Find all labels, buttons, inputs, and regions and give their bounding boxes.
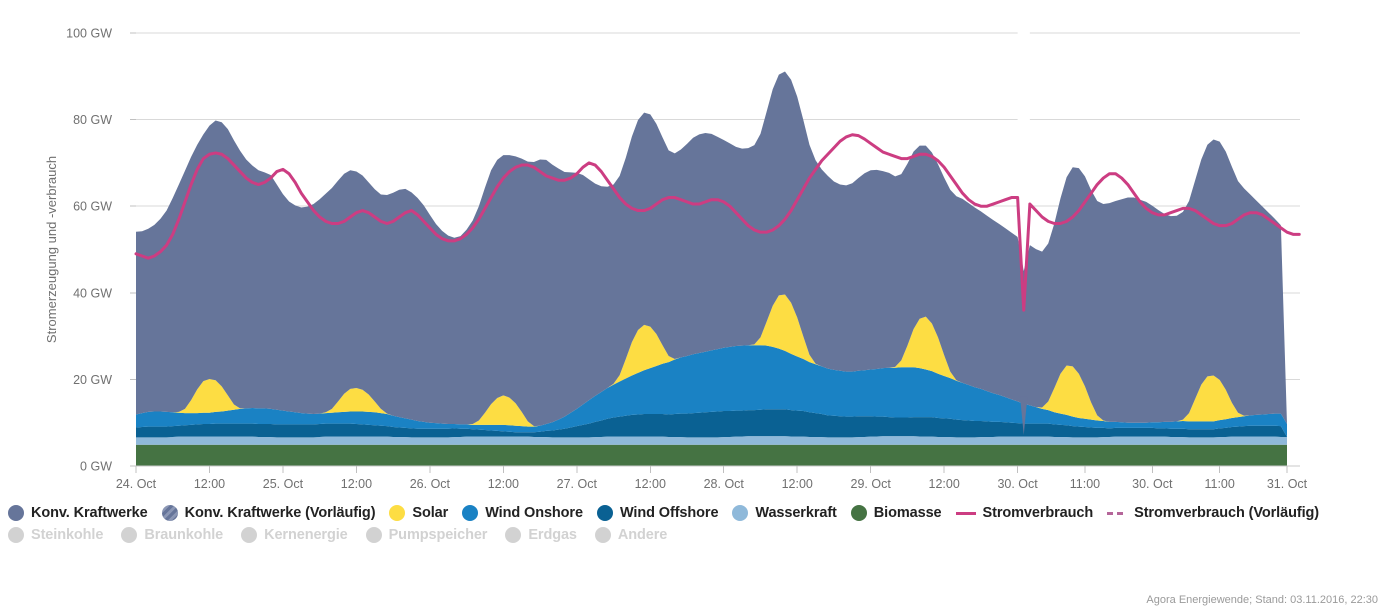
- legend-item-label: Wind Offshore: [619, 505, 719, 521]
- legend-row-active: Konv. Kraftwerke Konv. Kraftwerke (Vorläu…: [8, 505, 1378, 521]
- legend-item-label: Wind Onshore: [485, 505, 583, 521]
- x-axis-tick-label: 12:00: [194, 477, 225, 491]
- legend-swatch-icon: [161, 505, 178, 521]
- area-series-biomasse: [136, 444, 1287, 466]
- x-axis-tick-label: 27. Oct: [557, 477, 598, 491]
- legend-item-solar[interactable]: Solar: [389, 505, 448, 521]
- legend-swatch-icon: [8, 527, 24, 543]
- x-axis-tick-label: 28. Oct: [704, 477, 745, 491]
- x-axis-tick-label: 12:00: [635, 477, 666, 491]
- legend-item-label: Biomasse: [873, 505, 942, 521]
- legend-item-konv-kraftwerke-vorl-ufig[interactable]: Konv. Kraftwerke (Vorläufig): [161, 505, 376, 521]
- x-axis-tick-label: 11:00: [1204, 477, 1234, 491]
- legend-item-stromverbrauch[interactable]: Stromverbrauch: [955, 505, 1094, 521]
- legend-item-wind-onshore[interactable]: Wind Onshore: [462, 505, 583, 521]
- legend-swatch-icon: [389, 505, 406, 521]
- legend-swatch-icon: [596, 505, 613, 521]
- legend-item-label: Konv. Kraftwerke: [31, 505, 148, 521]
- legend-swatch-icon: [462, 505, 479, 521]
- x-axis-tick-label: 26. Oct: [410, 477, 451, 491]
- legend-item-pumpspeicher[interactable]: Pumpspeicher: [365, 527, 488, 543]
- legend-item-wind-offshore[interactable]: Wind Offshore: [596, 505, 719, 521]
- legend-item-label: Erdgas: [528, 527, 577, 543]
- legend-item-stromverbrauch-vorl-ufig[interactable]: Stromverbrauch (Vorläufig): [1107, 505, 1319, 521]
- solid-line-icon: [955, 505, 976, 521]
- legend-swatch-icon: [365, 527, 382, 543]
- x-axis-tick-label: 12:00: [488, 477, 519, 491]
- x-axis-tick-label: 30. Oct: [997, 477, 1038, 491]
- legend-item-label: Braunkohle: [144, 527, 224, 543]
- y-axis-tick-label: 20 GW: [73, 373, 112, 387]
- legend-swatch-icon: [8, 505, 24, 521]
- legend-swatch-icon: [850, 505, 867, 521]
- legend-item-label: Stromverbrauch: [982, 505, 1094, 521]
- x-axis-tick-label: 24. Oct: [116, 477, 157, 491]
- legend-swatch-icon: [732, 505, 749, 521]
- y-axis-tick-label: 60 GW: [73, 200, 112, 214]
- legend-swatch-icon: [505, 527, 522, 543]
- x-axis-tick-label: 12:00: [782, 477, 813, 491]
- legend-item-steinkohle[interactable]: Steinkohle: [8, 527, 103, 543]
- y-axis-tick-label: 40 GW: [73, 286, 112, 300]
- legend-item-label: Solar: [412, 505, 449, 521]
- legend-item-label: Konv. Kraftwerke (Vorläufig): [184, 505, 376, 521]
- y-axis-title: Stromerzeugung und -verbrauch: [44, 156, 59, 343]
- legend-swatch-icon: [121, 527, 138, 543]
- y-axis-tick-label: 80 GW: [73, 113, 112, 127]
- x-axis-tick-label: 30. Oct: [1132, 477, 1173, 491]
- chart-container: 0 GW 20 GW 40 GW 60 GW 80 GW 100 GW Stromerzeu…: [0, 0, 1386, 500]
- chart-legend: Konv. Kraftwerke Konv. Kraftwerke (Vorläu…: [8, 505, 1378, 543]
- x-axis-tick-label: 12:00: [341, 477, 372, 491]
- x-axis-tick-label: 29. Oct: [851, 477, 892, 491]
- legend-item-label: Andere: [617, 527, 668, 543]
- legend-item-konv-kraftwerke[interactable]: Konv. Kraftwerke: [8, 505, 148, 521]
- legend-item-label: Kernenergie: [264, 527, 348, 543]
- legend-item-braunkohle[interactable]: Braunkohle: [121, 527, 223, 543]
- legend-item-label: Steinkohle: [31, 527, 104, 543]
- x-axis-tick-label: 25. Oct: [263, 477, 304, 491]
- x-axis-tick-label: 11:00: [1070, 477, 1100, 491]
- x-axis-tick-label: 31. Oct: [1267, 477, 1308, 491]
- x-axis-tick-label: 12:00: [929, 477, 960, 491]
- legend-row-inactive: Steinkohle Braunkohle Kernenergie Pumpspeic…: [8, 527, 1378, 543]
- chart-page: 0 GW 20 GW 40 GW 60 GW 80 GW 100 GW Stromerzeu…: [0, 0, 1386, 612]
- legend-item-andere[interactable]: Andere: [594, 527, 668, 543]
- legend-item-label: Stromverbrauch (Vorläufig): [1134, 505, 1319, 521]
- legend-item-kernenergie[interactable]: Kernenergie: [241, 527, 348, 543]
- y-axis-tick-label: 100 GW: [66, 27, 112, 41]
- legend-item-biomasse[interactable]: Biomasse: [850, 505, 942, 521]
- y-axis-tick-label: 0 GW: [80, 460, 112, 474]
- legend-swatch-icon: [594, 527, 611, 543]
- electricity-generation-area-chart: 0 GW 20 GW 40 GW 60 GW 80 GW 100 GW Stromerzeu…: [44, 23, 1308, 491]
- legend-item-label: Pumpspeicher: [388, 527, 488, 543]
- legend-item-wasserkraft[interactable]: Wasserkraft: [732, 505, 837, 521]
- legend-item-label: Wasserkraft: [755, 505, 837, 521]
- chart-credit: Agora Energiewende; Stand: 03.11.2016, 2…: [1146, 594, 1378, 606]
- legend-swatch-icon: [241, 527, 258, 543]
- legend-item-erdgas[interactable]: Erdgas: [505, 527, 577, 543]
- dashed-line-icon: [1107, 505, 1128, 521]
